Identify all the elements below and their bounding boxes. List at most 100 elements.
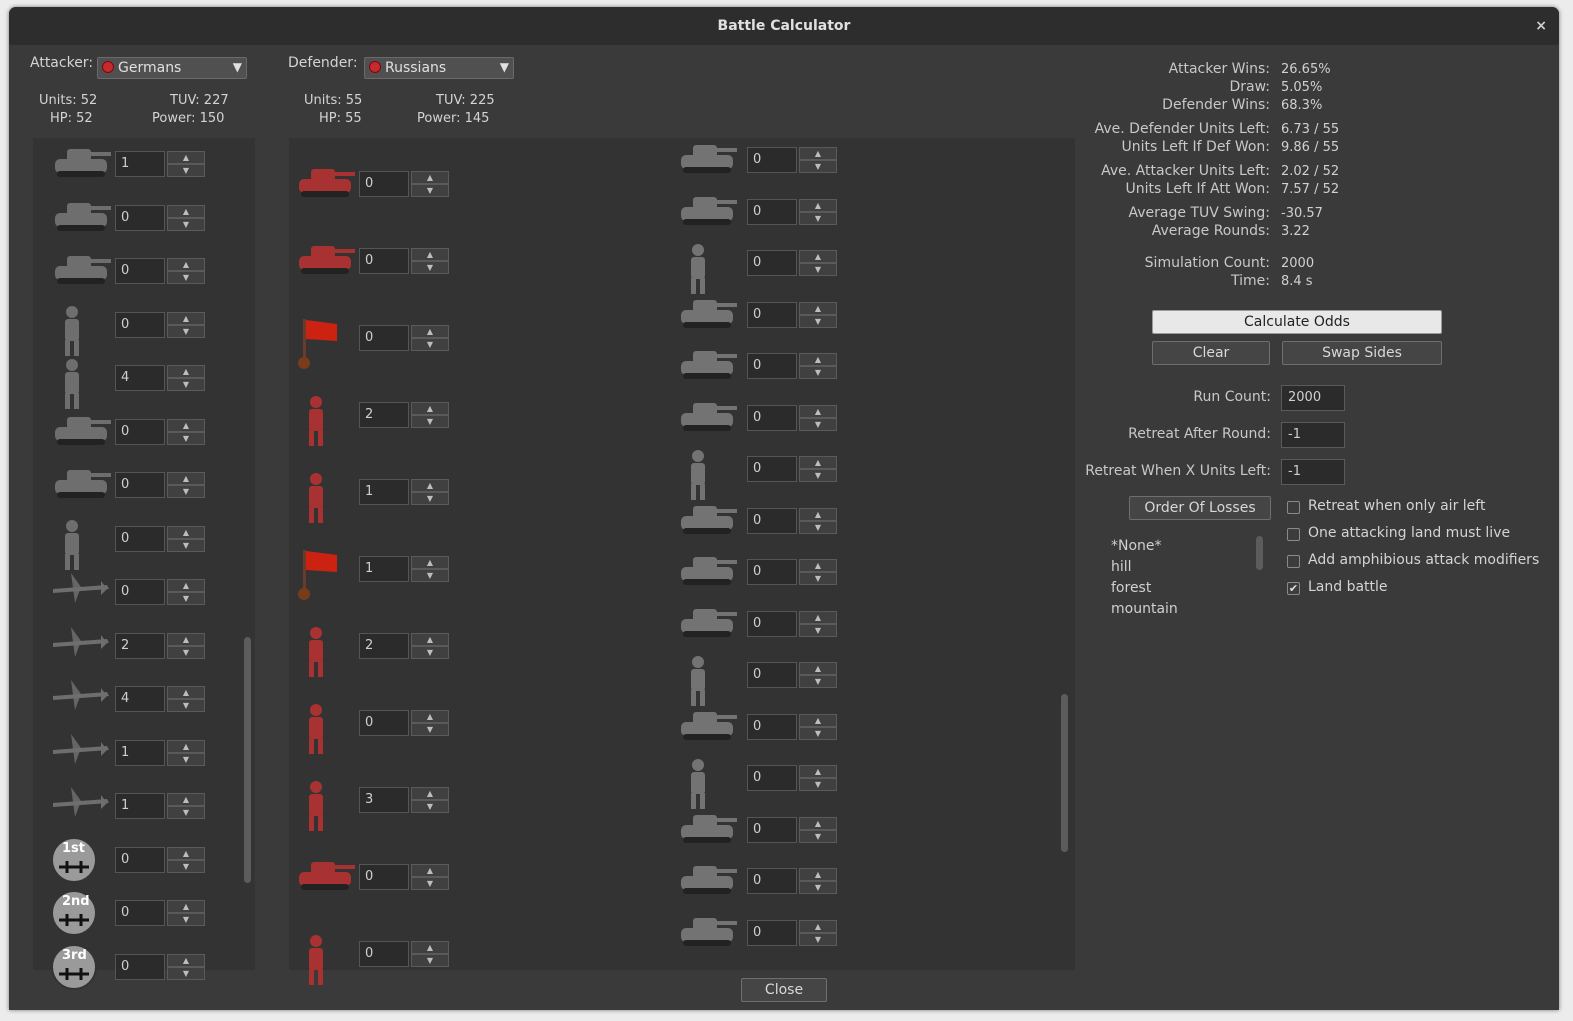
- order-of-losses-button[interactable]: Order Of Losses: [1129, 496, 1271, 520]
- checkbox-label[interactable]: Land battle: [1308, 579, 1388, 595]
- increment-arrow-icon[interactable]: ▲: [799, 765, 837, 778]
- unit-count-input[interactable]: 2: [359, 633, 409, 659]
- clear-button[interactable]: Clear: [1152, 341, 1270, 365]
- checkbox-label[interactable]: Retreat when only air left: [1308, 498, 1485, 514]
- unit-count-input[interactable]: 0: [115, 418, 165, 445]
- increment-arrow-icon[interactable]: ▲: [167, 472, 205, 485]
- decrement-arrow-icon[interactable]: ▼: [167, 645, 205, 659]
- unit-count-input[interactable]: 0: [747, 198, 797, 225]
- unit-count-stepper[interactable]: ▲ ▼: [411, 171, 449, 197]
- unit-count-input[interactable]: 0: [747, 456, 797, 482]
- decrement-arrow-icon[interactable]: ▼: [411, 415, 449, 428]
- increment-arrow-icon[interactable]: ▲: [411, 633, 449, 646]
- increment-arrow-icon[interactable]: ▲: [167, 311, 205, 325]
- unit-count-input[interactable]: 3: [359, 787, 409, 813]
- attacker-scrollbar[interactable]: [244, 637, 251, 883]
- checkbox[interactable]: [1287, 555, 1300, 568]
- unit-count-stepper[interactable]: ▲ ▼: [411, 479, 449, 505]
- increment-arrow-icon[interactable]: ▲: [799, 404, 837, 418]
- increment-arrow-icon[interactable]: ▲: [411, 941, 449, 954]
- unit-count-input[interactable]: 0: [115, 846, 165, 873]
- attacker-select[interactable]: Germans ▼: [97, 57, 247, 79]
- unit-count-input[interactable]: 0: [747, 662, 797, 688]
- decrement-arrow-icon[interactable]: ▼: [799, 160, 837, 173]
- unit-count-stepper[interactable]: ▲ ▼: [167, 151, 205, 177]
- unit-count-stepper[interactable]: ▲ ▼: [799, 868, 837, 894]
- decrement-arrow-icon[interactable]: ▼: [167, 859, 205, 873]
- unit-count-input[interactable]: 0: [359, 864, 409, 890]
- unit-count-stepper[interactable]: ▲ ▼: [799, 353, 837, 379]
- decrement-arrow-icon[interactable]: ▼: [167, 378, 205, 391]
- unit-count-stepper[interactable]: ▲ ▼: [411, 633, 449, 659]
- unit-count-input[interactable]: 0: [115, 953, 165, 980]
- unit-count-stepper[interactable]: ▲ ▼: [799, 919, 837, 946]
- retreat-after-round-field[interactable]: -1: [1281, 422, 1345, 448]
- decrement-arrow-icon[interactable]: ▼: [167, 217, 205, 231]
- unit-count-stepper[interactable]: ▲ ▼: [167, 632, 205, 659]
- unit-count-input[interactable]: 1: [115, 793, 165, 819]
- unit-count-stepper[interactable]: ▲ ▼: [799, 250, 837, 276]
- decrement-arrow-icon[interactable]: ▼: [799, 623, 837, 637]
- unit-count-input[interactable]: 1: [359, 479, 409, 505]
- increment-arrow-icon[interactable]: ▲: [167, 953, 205, 967]
- increment-arrow-icon[interactable]: ▲: [167, 900, 205, 913]
- decrement-arrow-icon[interactable]: ▼: [411, 646, 449, 659]
- decrement-arrow-icon[interactable]: ▼: [411, 492, 449, 505]
- unit-count-input[interactable]: 0: [115, 258, 165, 284]
- unit-count-stepper[interactable]: ▲ ▼: [411, 402, 449, 428]
- decrement-arrow-icon[interactable]: ▼: [167, 966, 205, 980]
- decrement-arrow-icon[interactable]: ▼: [799, 314, 837, 328]
- unit-count-input[interactable]: 0: [747, 816, 797, 843]
- increment-arrow-icon[interactable]: ▲: [167, 846, 205, 860]
- decrement-arrow-icon[interactable]: ▼: [411, 877, 449, 890]
- increment-arrow-icon[interactable]: ▲: [799, 250, 837, 263]
- unit-count-stepper[interactable]: ▲ ▼: [799, 816, 837, 843]
- unit-count-input[interactable]: 0: [359, 171, 409, 197]
- checkbox-label[interactable]: One attacking land must live: [1308, 525, 1510, 541]
- unit-count-stepper[interactable]: ▲ ▼: [411, 710, 449, 736]
- decrement-arrow-icon[interactable]: ▼: [411, 800, 449, 813]
- decrement-arrow-icon[interactable]: ▼: [799, 263, 837, 276]
- decrement-arrow-icon[interactable]: ▼: [167, 271, 205, 284]
- increment-arrow-icon[interactable]: ▲: [799, 610, 837, 624]
- unit-count-input[interactable]: 2: [359, 402, 409, 428]
- unit-count-stepper[interactable]: ▲ ▼: [799, 507, 837, 534]
- unit-count-stepper[interactable]: ▲ ▼: [411, 864, 449, 890]
- increment-arrow-icon[interactable]: ▲: [167, 793, 205, 806]
- unit-count-input[interactable]: 0: [747, 713, 797, 740]
- unit-count-input[interactable]: 0: [359, 248, 409, 274]
- unit-count-input[interactable]: 0: [747, 559, 797, 585]
- increment-arrow-icon[interactable]: ▲: [799, 713, 837, 727]
- unit-count-stepper[interactable]: ▲ ▼: [167, 686, 205, 712]
- increment-arrow-icon[interactable]: ▲: [411, 864, 449, 877]
- decrement-arrow-icon[interactable]: ▼: [799, 520, 837, 534]
- swap-sides-button[interactable]: Swap Sides: [1282, 341, 1442, 365]
- unit-count-stepper[interactable]: ▲ ▼: [411, 325, 449, 351]
- increment-arrow-icon[interactable]: ▲: [799, 816, 837, 830]
- decrement-arrow-icon[interactable]: ▼: [167, 324, 205, 338]
- decrement-arrow-icon[interactable]: ▼: [167, 431, 205, 445]
- increment-arrow-icon[interactable]: ▲: [411, 171, 449, 184]
- increment-arrow-icon[interactable]: ▲: [167, 151, 205, 164]
- effects-scrollbar[interactable]: [1256, 536, 1263, 570]
- list-item[interactable]: forest: [1111, 580, 1151, 596]
- unit-count-input[interactable]: 1: [115, 151, 165, 177]
- decrement-arrow-icon[interactable]: ▼: [799, 932, 837, 946]
- list-item[interactable]: mountain: [1111, 601, 1178, 617]
- unit-count-stepper[interactable]: ▲ ▼: [799, 301, 837, 328]
- retreat-units-left-field[interactable]: -1: [1281, 459, 1345, 485]
- unit-count-input[interactable]: 0: [359, 325, 409, 351]
- increment-arrow-icon[interactable]: ▲: [167, 525, 205, 539]
- unit-count-stepper[interactable]: ▲ ▼: [167, 311, 205, 338]
- unit-count-input[interactable]: 2: [115, 632, 165, 659]
- decrement-arrow-icon[interactable]: ▼: [799, 881, 837, 894]
- unit-count-input[interactable]: 0: [115, 204, 165, 231]
- calculate-odds-button[interactable]: Calculate Odds: [1152, 310, 1442, 334]
- unit-count-stepper[interactable]: ▲ ▼: [799, 559, 837, 585]
- defender-scrollbar[interactable]: [1061, 694, 1068, 852]
- increment-arrow-icon[interactable]: ▲: [167, 686, 205, 699]
- decrement-arrow-icon[interactable]: ▼: [799, 572, 837, 585]
- unit-count-stepper[interactable]: ▲ ▼: [167, 258, 205, 284]
- checkbox[interactable]: [1287, 501, 1300, 514]
- increment-arrow-icon[interactable]: ▲: [799, 559, 837, 572]
